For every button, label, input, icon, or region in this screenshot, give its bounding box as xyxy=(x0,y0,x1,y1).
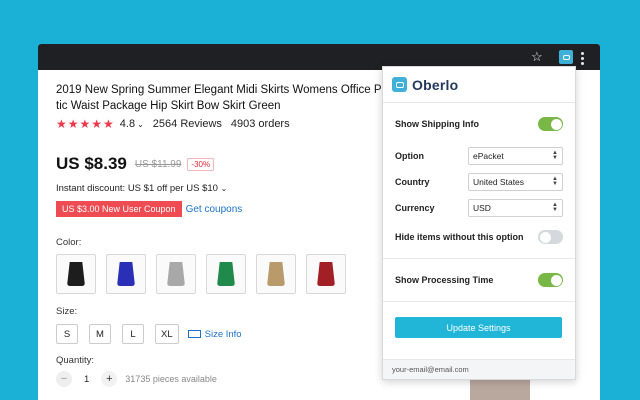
chevron-down-icon: ⌄ xyxy=(220,184,228,193)
country-value: United States xyxy=(473,177,525,187)
quantity-value[interactable]: 1 xyxy=(84,374,89,385)
skirt-thumbnail xyxy=(167,262,185,286)
price-row: US $8.39 US $11.99 -30% xyxy=(56,154,215,174)
color-swatch[interactable] xyxy=(156,254,196,294)
footer-email: your-email@email.com xyxy=(392,365,469,374)
color-label: Color: xyxy=(56,237,82,248)
oberlo-brand: Oberlo xyxy=(412,76,459,93)
skirt-thumbnail xyxy=(217,262,235,286)
size-info-label: Size Info xyxy=(204,328,242,340)
hide-items-label: Hide items without this option xyxy=(395,232,524,242)
size-option-s[interactable]: S xyxy=(56,324,78,344)
size-option-xl[interactable]: XL xyxy=(155,324,179,344)
toggle-knob xyxy=(550,274,562,286)
country-label: Country xyxy=(395,177,430,187)
divider xyxy=(383,301,575,302)
oberlo-popup: Oberlo Show Shipping Info Option ePacket… xyxy=(382,66,576,380)
update-settings-button[interactable]: Update Settings xyxy=(395,317,562,338)
discount-badge: -30% xyxy=(187,157,215,171)
hide-items-row: Hide items without this option xyxy=(395,230,563,244)
color-swatch[interactable] xyxy=(106,254,146,294)
size-option-m[interactable]: M xyxy=(89,324,111,344)
toggle-knob xyxy=(539,231,551,243)
original-price: US $11.99 xyxy=(134,158,182,170)
skirt-thumbnail xyxy=(67,262,85,286)
option-label: Option xyxy=(395,151,424,161)
quantity-minus-button[interactable]: − xyxy=(56,371,72,387)
oberlo-extension-icon[interactable] xyxy=(559,50,573,64)
rating-value: 4.8 xyxy=(119,118,136,130)
product-title: 2019 New Spring Summer Elegant Midi Skir… xyxy=(56,82,396,114)
ruler-icon xyxy=(187,330,201,338)
select-arrows-icon: ▲ ▼ xyxy=(552,150,558,161)
popup-header: Oberlo xyxy=(383,67,575,103)
product-title-line-2: tic Waist Package Hip Skirt Bow Skirt Gr… xyxy=(56,100,281,112)
size-info-link[interactable]: Size Info xyxy=(187,328,242,340)
coupon-row: US $3.00 New User Coupon Get coupons xyxy=(56,201,242,217)
size-label: Size: xyxy=(56,306,78,317)
color-swatch[interactable] xyxy=(256,254,296,294)
select-arrows-icon: ▲ ▼ xyxy=(552,202,558,213)
size-options: S M L XL Size Info xyxy=(56,324,242,344)
oberlo-logo-icon xyxy=(392,77,407,92)
currency-select[interactable]: USD ▲ ▼ xyxy=(468,199,563,217)
hide-items-toggle[interactable] xyxy=(538,230,563,244)
product-title-line-1: 2019 New Spring Summer Elegant Midi Skir… xyxy=(56,84,396,96)
quantity-stepper: − 1 + 31735 pieces available xyxy=(56,371,217,387)
country-row: Country United States ▲ ▼ xyxy=(395,173,563,191)
size-option-l[interactable]: L xyxy=(122,324,144,344)
skirt-thumbnail xyxy=(267,262,285,286)
more-vertical-icon[interactable] xyxy=(581,52,585,65)
get-coupons-link[interactable]: Get coupons xyxy=(186,204,243,215)
option-value: ePacket xyxy=(473,151,504,161)
option-select[interactable]: ePacket ▲ ▼ xyxy=(468,147,563,165)
show-shipping-info-toggle[interactable] xyxy=(538,117,563,131)
show-processing-time-label: Show Processing Time xyxy=(395,275,494,285)
quantity-label: Quantity: xyxy=(56,355,95,366)
select-arrows-icon: ▲ ▼ xyxy=(552,176,558,187)
color-swatch[interactable] xyxy=(206,254,246,294)
currency-label: Currency xyxy=(395,203,435,213)
currency-row: Currency USD ▲ ▼ xyxy=(395,199,563,217)
quantity-plus-button[interactable]: + xyxy=(101,371,118,387)
color-swatch[interactable] xyxy=(56,254,96,294)
divider xyxy=(383,258,575,259)
skirt-thumbnail xyxy=(317,262,335,286)
rating-stars-icon: ★★★★★ xyxy=(56,117,115,131)
instant-discount[interactable]: Instant discount: US $1 off per US $10 ⌄ xyxy=(56,183,227,194)
reviews-count[interactable]: 2564 Reviews xyxy=(153,118,222,130)
country-select[interactable]: United States ▲ ▼ xyxy=(468,173,563,191)
option-row: Option ePacket ▲ ▼ xyxy=(395,147,563,165)
pieces-available: 31735 pieces available xyxy=(125,374,217,384)
orders-count: 4903 orders xyxy=(230,118,290,130)
instant-discount-text: Instant discount: US $1 off per US $10 xyxy=(56,183,218,194)
show-shipping-info-row: Show Shipping Info xyxy=(395,117,563,131)
skirt-thumbnail xyxy=(117,262,135,286)
chevron-down-icon[interactable]: ⌄ xyxy=(137,120,144,129)
show-shipping-info-label: Show Shipping Info xyxy=(395,119,479,129)
show-processing-time-row: Show Processing Time xyxy=(395,273,563,287)
show-processing-time-toggle[interactable] xyxy=(538,273,563,287)
rating-row: ★★★★★ 4.8 ⌄ 2564 Reviews 4903 orders xyxy=(56,117,290,131)
new-user-coupon[interactable]: US $3.00 New User Coupon xyxy=(56,201,182,217)
current-price: US $8.39 xyxy=(56,154,127,173)
popup-footer: your-email@email.com xyxy=(383,359,575,379)
color-swatches xyxy=(56,254,346,294)
color-swatch[interactable] xyxy=(306,254,346,294)
currency-value: USD xyxy=(473,203,491,213)
star-icon[interactable]: ☆ xyxy=(531,48,543,66)
toggle-knob xyxy=(550,118,562,130)
